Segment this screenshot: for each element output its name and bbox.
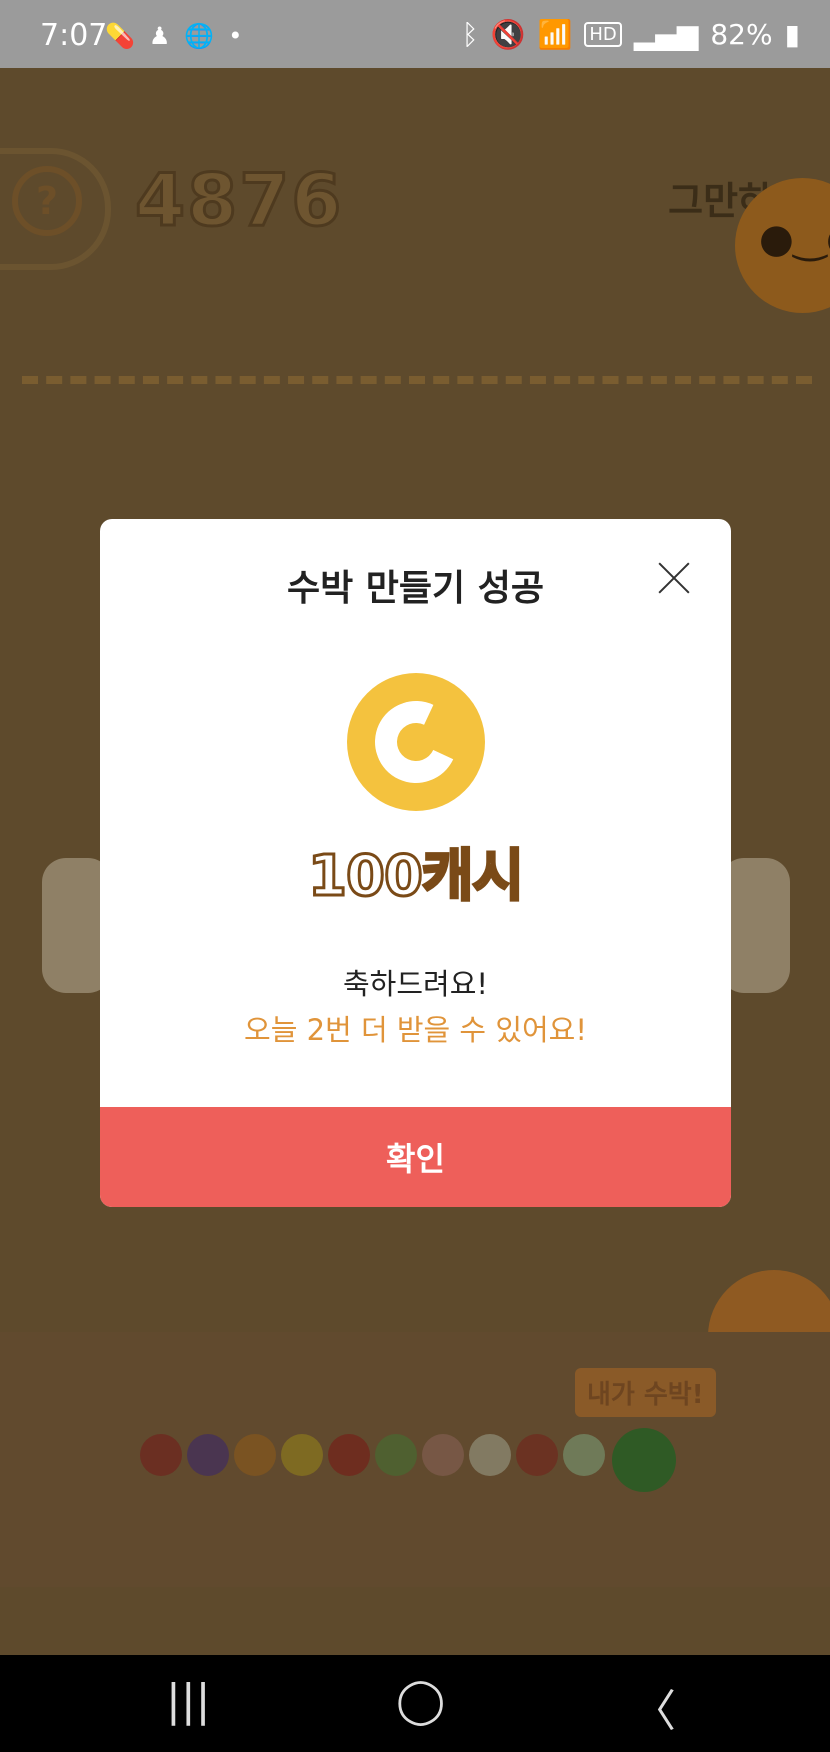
back-button[interactable]: 〈	[632, 1675, 676, 1739]
fruit-chain-item	[375, 1434, 417, 1476]
bluetooth-icon: ᛒ	[461, 18, 479, 51]
home-button[interactable]: ◯	[396, 1675, 445, 1726]
fruit-chain-item	[140, 1434, 182, 1476]
hd-icon: HD	[584, 22, 622, 47]
help-button[interactable]: ?	[12, 166, 82, 236]
coin-letter-icon	[363, 689, 469, 795]
score: 4876	[133, 157, 344, 244]
status-left-icons: 💊 ♟ 🌐 •	[105, 22, 242, 50]
fruit-chain-item	[422, 1434, 464, 1476]
signal-icon: ▂▄▆	[633, 18, 699, 51]
mute-icon: 🔇	[490, 18, 526, 51]
success-dialog: 수박 만들기 성공 100캐시 축하드려요! 오늘 2번 더 받을 수 있어요!…	[100, 519, 731, 1207]
fruit-chain-item	[234, 1434, 276, 1476]
fruit-chain-item	[612, 1428, 676, 1492]
pill-icon: 💊	[105, 22, 135, 50]
fruit-chain-item	[469, 1434, 511, 1476]
fruit-chain-item	[563, 1434, 605, 1476]
watermelon-tag: 내가 수박!	[575, 1368, 716, 1417]
close-icon[interactable]	[657, 561, 691, 595]
status-right-icons: ᛒ 🔇 📶 HD ▂▄▆ 82% ▮	[462, 18, 800, 51]
confirm-button[interactable]: 확인	[100, 1107, 731, 1207]
fruit-chain-item	[516, 1434, 558, 1476]
recent-apps-button[interactable]: |||	[166, 1675, 210, 1726]
dot-icon: •	[228, 22, 243, 50]
fruit-chain-item	[281, 1434, 323, 1476]
reward-amount: 100캐시	[307, 843, 526, 911]
congrats-text: 축하드려요!	[342, 967, 489, 1001]
person-icon: ♟	[148, 22, 171, 50]
fruit-chain-item	[187, 1434, 229, 1476]
fruit-chain-item	[328, 1434, 370, 1476]
remaining-count-text: 오늘 2번 더 받을 수 있어요!	[244, 1013, 587, 1047]
battery-percent: 82%	[710, 18, 773, 51]
wifi-icon: 📶	[537, 18, 573, 51]
limit-line	[22, 376, 812, 384]
globe-icon: 🌐	[184, 22, 215, 50]
cash-coin-icon	[347, 673, 485, 811]
battery-icon: ▮	[784, 18, 800, 51]
dialog-title: 수박 만들기 성공	[287, 568, 544, 609]
status-time: 7:07	[40, 18, 108, 53]
fruit-face-icon: ●‿●	[759, 216, 830, 262]
status-bar: 7:07 💊 ♟ 🌐 • ᛒ 🔇 📶 HD ▂▄▆ 82% ▮	[0, 0, 830, 68]
system-nav-bar: ||| ◯ 〈	[0, 1655, 830, 1752]
